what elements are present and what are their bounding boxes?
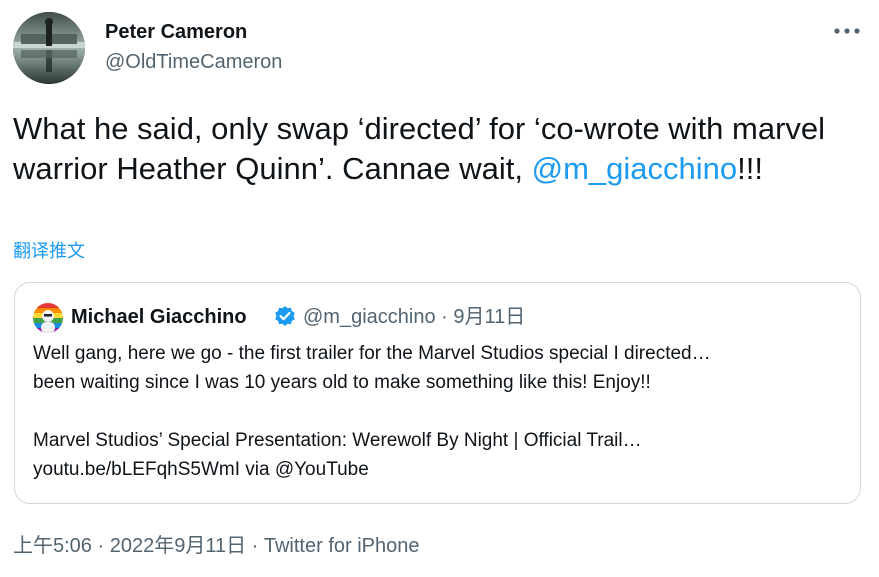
quoted-tweet-card[interactable]: Michael Giacchino @m_giacchino · 9月11日 W… xyxy=(14,282,861,504)
quoted-text-line-2: been waiting since I was 10 years old to… xyxy=(33,372,651,393)
author-handle[interactable]: @OldTimeCameron xyxy=(105,50,282,74)
tweet-timestamp[interactable]: 上午5:06 · 2022年9月11日 · xyxy=(13,535,264,557)
quoted-tweet-body: Well gang, here we go - the first traile… xyxy=(33,339,853,484)
tweet-footer: 上午5:06 · 2022年9月11日 · Twitter for iPhone xyxy=(13,533,419,559)
quoted-author-name: Michael Giacchino xyxy=(71,306,247,328)
tweet-source[interactable]: Twitter for iPhone xyxy=(264,535,420,557)
quoted-handle-date: @m_giacchino · 9月11日 xyxy=(303,306,526,328)
mention-link[interactable]: @m_giacchino xyxy=(532,151,738,186)
author-name[interactable]: Peter Cameron xyxy=(105,20,247,44)
verified-badge-icon xyxy=(274,305,296,327)
quoted-text-line-1: Well gang, here we go - the first traile… xyxy=(33,343,711,364)
tweet-text: What he said, only swap ‘directed’ for ‘… xyxy=(13,109,863,189)
translate-tweet-link[interactable]: 翻译推文 xyxy=(13,240,85,262)
quoted-author-avatar xyxy=(33,303,63,333)
quoted-text-line-3: Marvel Studios’ Special Presentation: We… xyxy=(33,430,642,451)
author-avatar[interactable] xyxy=(13,12,85,84)
quoted-text-line-4: youtu.be/bLEFqhS5WmI via @YouTube xyxy=(33,459,369,480)
quoted-text-spacer xyxy=(33,397,853,426)
tweet-card: Peter Cameron @OldTimeCameron What he sa… xyxy=(0,0,879,577)
more-icon[interactable] xyxy=(832,18,862,44)
tweet-text-part2: !!! xyxy=(737,151,763,186)
